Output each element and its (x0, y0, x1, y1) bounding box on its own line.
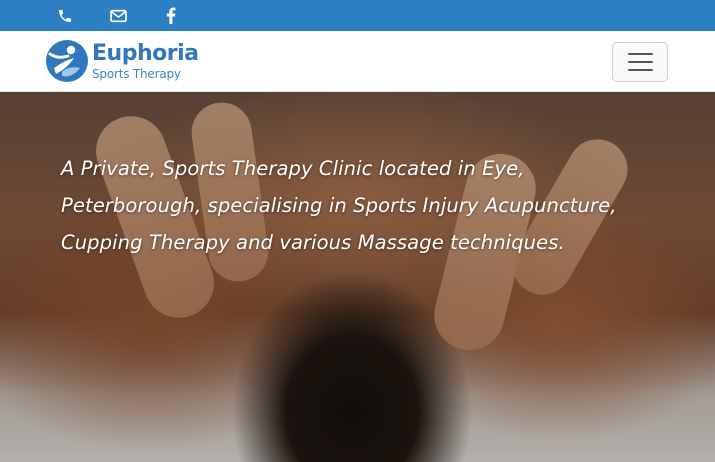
phone-icon[interactable] (56, 7, 74, 25)
envelope-icon[interactable] (109, 7, 127, 25)
brand-text: Euphoria Sports Therapy (92, 40, 199, 81)
main-navbar: Euphoria Sports Therapy (0, 31, 715, 92)
top-contact-bar (0, 0, 715, 31)
hamburger-icon (627, 69, 653, 71)
menu-toggle-button[interactable] (612, 42, 668, 82)
hero-tagline: A Private, Sports Therapy Clinic located… (61, 157, 617, 254)
euphoria-logo-icon (44, 38, 90, 84)
facebook-icon[interactable] (162, 7, 180, 25)
hamburger-icon (627, 61, 653, 63)
brand-logo[interactable]: Euphoria Sports Therapy (44, 36, 204, 86)
hero-overlay (0, 92, 715, 462)
brand-tagline: Sports Therapy (92, 66, 181, 81)
brand-name: Euphoria (92, 40, 199, 66)
hero-banner: A Private, Sports Therapy Clinic located… (0, 92, 715, 462)
hamburger-icon (627, 53, 653, 55)
